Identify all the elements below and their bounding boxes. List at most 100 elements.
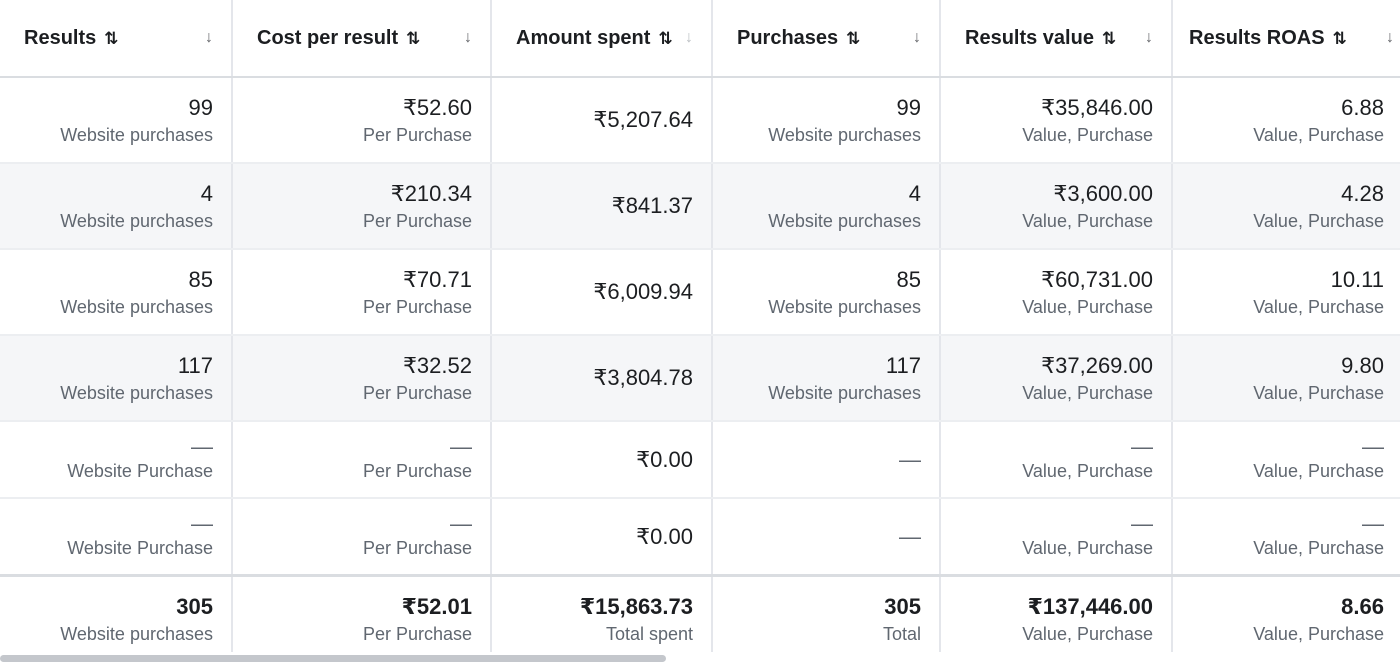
cell-cost-per-result: ₹210.34 Per Purchase bbox=[232, 163, 492, 250]
column-header-purchases[interactable]: Purchases ⇅ ↓ bbox=[712, 0, 941, 78]
results-value: 4 bbox=[200, 180, 213, 206]
roas-label: Value, Purchase bbox=[1253, 124, 1384, 145]
cell-cost-per-result: — Per Purchase bbox=[232, 498, 492, 577]
cell-purchases: — bbox=[712, 421, 941, 499]
cell-cost-per-result: — Per Purchase bbox=[232, 421, 492, 499]
sort-icon[interactable]: ⇅ bbox=[406, 29, 420, 48]
column-header-results-roas[interactable]: Results ROAS ⇅ ↓ bbox=[1172, 0, 1400, 78]
total-cost-per-result: ₹52.01 Per Purchase bbox=[232, 574, 492, 661]
sort-direction-icon[interactable]: ↓ bbox=[205, 29, 213, 47]
purchases-value: 85 bbox=[896, 266, 921, 292]
empty-dash: — bbox=[1131, 511, 1153, 536]
results-table: Results ⇅ ↓ Cost per result ⇅ ↓ Amount spent… bbox=[0, 0, 1400, 661]
sort-direction-icon[interactable]: ↓ bbox=[1386, 29, 1394, 47]
cell-amount-spent: ₹0.00 bbox=[491, 498, 713, 577]
empty-dash: — bbox=[899, 523, 921, 549]
table-row[interactable]: — Website Purchase — Per Purchase ₹0.00 — … bbox=[0, 421, 1400, 499]
cost-value: ₹70.71 bbox=[402, 266, 472, 292]
spent-value: ₹6,009.94 bbox=[593, 279, 693, 304]
roas-value: 10.11 bbox=[1330, 266, 1384, 292]
column-header-label: Amount spent bbox=[516, 26, 651, 49]
total-purchases-value: 305 bbox=[884, 593, 921, 619]
sort-icon[interactable]: ⇅ bbox=[104, 29, 118, 48]
cell-results: — Website Purchase bbox=[0, 498, 233, 577]
purchases-value: 99 bbox=[896, 94, 921, 120]
cell-purchases: — bbox=[712, 498, 941, 577]
sort-direction-icon[interactable]: ↓ bbox=[913, 29, 921, 47]
column-header-label: Results ROAS bbox=[1189, 26, 1325, 49]
empty-dash: — bbox=[450, 511, 472, 536]
cell-results-roas: 4.28 Value, Purchase bbox=[1172, 163, 1400, 250]
results-label: Website purchases bbox=[60, 210, 213, 231]
sort-direction-icon[interactable]: ↓ bbox=[464, 29, 472, 47]
cell-results-roas: — Value, Purchase bbox=[1172, 421, 1400, 499]
cell-amount-spent: ₹841.37 bbox=[491, 163, 713, 250]
roas-value: 9.80 bbox=[1341, 352, 1384, 378]
cell-results-value: ₹35,846.00 Value, Purchase bbox=[940, 77, 1173, 164]
results-value-label: Value, Purchase bbox=[1022, 461, 1153, 481]
empty-dash: — bbox=[1131, 434, 1153, 459]
results-value-label: Value, Purchase bbox=[1022, 296, 1153, 317]
column-header-cost-per-result[interactable]: Cost per result ⇅ ↓ bbox=[232, 0, 492, 78]
results-value: 99 bbox=[188, 94, 213, 120]
cell-results: 99 Website purchases bbox=[0, 77, 233, 164]
sort-icon[interactable]: ⇅ bbox=[658, 29, 672, 48]
results-value-label: Value, Purchase bbox=[1022, 538, 1153, 558]
cell-purchases: 99 Website purchases bbox=[712, 77, 941, 164]
scrollbar-thumb[interactable] bbox=[0, 655, 666, 662]
total-results-label: Website purchases bbox=[60, 623, 213, 644]
results-value-label: Value, Purchase bbox=[1022, 124, 1153, 145]
cell-results-value: — Value, Purchase bbox=[940, 421, 1173, 499]
cell-results-value: ₹60,731.00 Value, Purchase bbox=[940, 249, 1173, 336]
cell-results: 85 Website purchases bbox=[0, 249, 233, 336]
sort-icon[interactable]: ⇅ bbox=[1333, 29, 1347, 48]
cost-label: Per Purchase bbox=[362, 538, 472, 558]
column-header-results[interactable]: Results ⇅ ↓ bbox=[0, 0, 233, 78]
sort-icon[interactable]: ⇅ bbox=[846, 29, 860, 48]
table-row[interactable]: — Website Purchase — Per Purchase ₹0.00 — … bbox=[0, 498, 1400, 577]
cost-label: Per Purchase bbox=[362, 210, 472, 231]
cell-results: — Website Purchase bbox=[0, 421, 233, 499]
cell-results-roas: — Value, Purchase bbox=[1172, 498, 1400, 577]
total-cost-value: ₹52.01 bbox=[401, 593, 472, 619]
sort-icon[interactable]: ⇅ bbox=[1102, 29, 1116, 48]
purchases-value: 117 bbox=[885, 352, 921, 378]
column-header-label: Results value bbox=[965, 26, 1094, 49]
empty-dash: — bbox=[899, 446, 921, 472]
total-results-roas: 8.66 Value, Purchase bbox=[1172, 574, 1400, 661]
roas-label: Value, Purchase bbox=[1253, 296, 1384, 317]
results-value: 85 bbox=[188, 266, 213, 292]
table-row[interactable]: 117 Website purchases ₹32.52 Per Purchase … bbox=[0, 335, 1400, 422]
horizontal-scrollbar[interactable] bbox=[0, 652, 1400, 664]
cost-value: ₹32.52 bbox=[402, 352, 472, 378]
column-header-amount-spent[interactable]: Amount spent ⇅ ↓ bbox=[491, 0, 713, 78]
spent-value: ₹0.00 bbox=[636, 446, 693, 472]
total-value-amount: ₹137,446.00 bbox=[1027, 593, 1153, 619]
table-row[interactable]: 99 Website purchases ₹52.60 Per Purchase ₹… bbox=[0, 77, 1400, 164]
sort-direction-icon[interactable]: ↓ bbox=[1145, 29, 1153, 47]
cost-value: ₹52.60 bbox=[402, 94, 472, 120]
cell-results-value: ₹37,269.00 Value, Purchase bbox=[940, 335, 1173, 422]
spent-value: ₹0.00 bbox=[636, 523, 693, 549]
purchases-value: 4 bbox=[908, 180, 921, 206]
cost-label: Per Purchase bbox=[362, 461, 472, 481]
total-spent-label: Total spent bbox=[605, 623, 693, 644]
purchases-label: Website purchases bbox=[768, 296, 921, 317]
cell-cost-per-result: ₹70.71 Per Purchase bbox=[232, 249, 492, 336]
total-results: 305 Website purchases bbox=[0, 574, 233, 661]
table-row[interactable]: 4 Website purchases ₹210.34 Per Purchase ₹… bbox=[0, 163, 1400, 250]
results-value-amount: ₹37,269.00 bbox=[1041, 352, 1153, 378]
cell-amount-spent: ₹6,009.94 bbox=[491, 249, 713, 336]
column-header-results-value[interactable]: Results value ⇅ ↓ bbox=[940, 0, 1173, 78]
table-row[interactable]: 85 Website purchases ₹70.71 Per Purchase ₹… bbox=[0, 249, 1400, 336]
empty-dash: — bbox=[191, 434, 213, 459]
sort-direction-icon[interactable]: ↓ bbox=[685, 29, 693, 47]
column-header-label: Results bbox=[24, 26, 97, 49]
roas-label: Value, Purchase bbox=[1253, 210, 1384, 231]
cost-label: Per Purchase bbox=[362, 296, 472, 317]
cell-cost-per-result: ₹52.60 Per Purchase bbox=[232, 77, 492, 164]
results-value-amount: ₹35,846.00 bbox=[1041, 94, 1153, 120]
header-row: Results ⇅ ↓ Cost per result ⇅ ↓ Amount spent… bbox=[0, 0, 1400, 78]
cell-purchases: 85 Website purchases bbox=[712, 249, 941, 336]
column-header-label: Cost per result bbox=[257, 26, 399, 49]
